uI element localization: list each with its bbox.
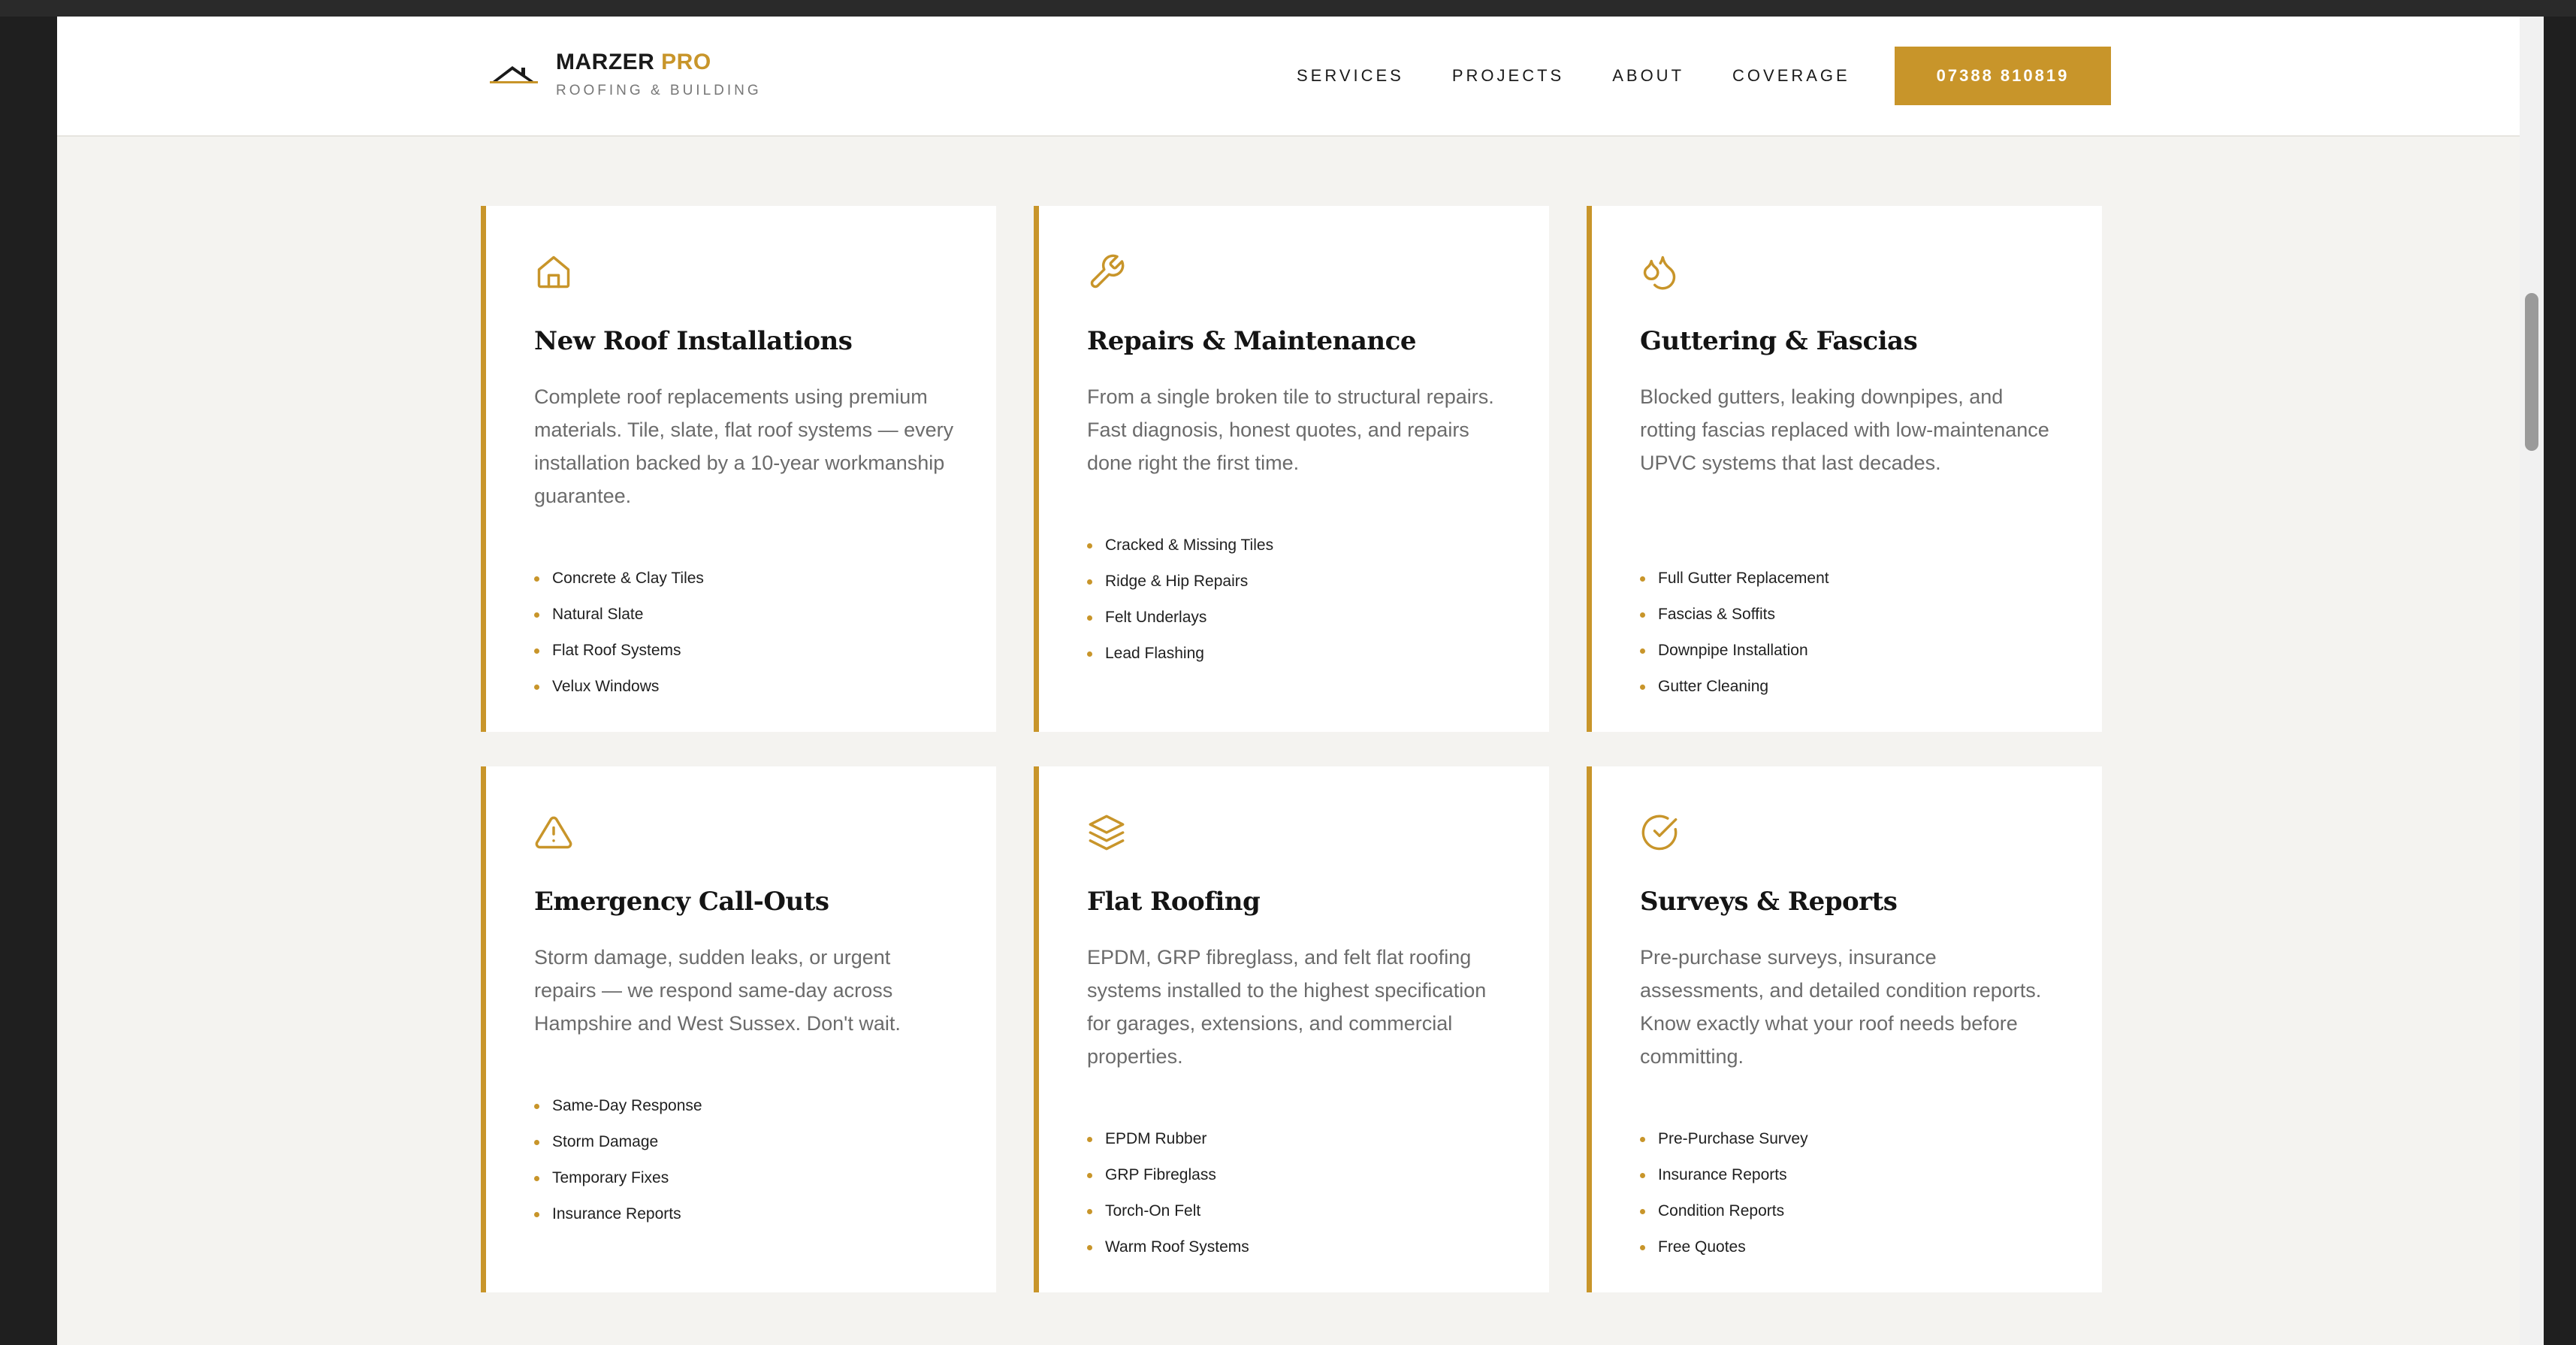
nav-link-coverage[interactable]: COVERAGE: [1732, 66, 1850, 86]
house-icon: [534, 252, 573, 292]
list-item: Ridge & Hip Repairs: [1087, 564, 1273, 600]
list-item: Felt Underlays: [1087, 600, 1273, 636]
service-card-guttering: Guttering & Fascias Blocked gutters, lea…: [1587, 206, 2102, 732]
list-item: Condition Reports: [1640, 1193, 1808, 1229]
list-item: Velux Windows: [534, 669, 704, 705]
service-title: Emergency Call-Outs: [534, 887, 829, 917]
list-item: GRP Fibreglass: [1087, 1157, 1249, 1193]
brand-name-main: MARZER: [556, 50, 655, 74]
logo-roof-icon: [490, 66, 538, 83]
warning-icon: [534, 813, 573, 852]
brand-name: MARZER PRO: [556, 50, 711, 75]
droplets-icon: [1640, 252, 1679, 292]
nav-link-about[interactable]: ABOUT: [1612, 66, 1684, 86]
list-item: Full Gutter Replacement: [1640, 561, 1829, 597]
service-description: From a single broken tile to structural …: [1087, 385, 1494, 474]
list-item: Insurance Reports: [534, 1196, 702, 1232]
list-item: EPDM Rubber: [1087, 1121, 1249, 1157]
page-scrollbar[interactable]: [2520, 17, 2544, 1345]
service-card-new-roof: New Roof Installations Complete roof rep…: [481, 206, 996, 732]
list-item: Insurance Reports: [1640, 1157, 1808, 1193]
list-item: Same-Day Response: [534, 1088, 702, 1124]
list-item: Lead Flashing: [1087, 636, 1273, 672]
nav-link-projects[interactable]: PROJECTS: [1452, 66, 1564, 86]
nav-link-services[interactable]: SERVICES: [1297, 66, 1404, 86]
list-item: Warm Roof Systems: [1087, 1229, 1249, 1265]
list-item: Torch-On Felt: [1087, 1193, 1249, 1229]
list-item: Temporary Fixes: [534, 1160, 702, 1196]
service-feature-list: EPDM Rubber GRP Fibreglass Torch-On Felt…: [1087, 1121, 1249, 1265]
list-item: Downpipe Installation: [1640, 633, 1829, 669]
service-feature-list: Cracked & Missing Tiles Ridge & Hip Repa…: [1087, 527, 1273, 672]
service-card-flat-roofing: Flat Roofing EPDM, GRP fibreglass, and f…: [1034, 766, 1549, 1292]
list-item: Natural Slate: [534, 597, 704, 633]
page-viewport: MARZER PRO ROOFING & BUILDING SERVICES P…: [57, 17, 2520, 1345]
service-title: Guttering & Fascias: [1640, 326, 1918, 356]
service-feature-list: Same-Day Response Storm Damage Temporary…: [534, 1088, 702, 1232]
list-item: Free Quotes: [1640, 1229, 1808, 1265]
wrench-icon: [1087, 252, 1126, 292]
service-feature-list: Pre-Purchase Survey Insurance Reports Co…: [1640, 1121, 1808, 1265]
brand-name-accent: PRO: [661, 50, 711, 74]
site-header: MARZER PRO ROOFING & BUILDING SERVICES P…: [57, 17, 2520, 137]
service-description: EPDM, GRP fibreglass, and felt flat roof…: [1087, 946, 1487, 1068]
service-description: Blocked gutters, leaking downpipes, and …: [1640, 385, 2049, 474]
service-description: Storm damage, sudden leaks, or urgent re…: [534, 946, 901, 1035]
service-title: Repairs & Maintenance: [1087, 326, 1416, 356]
browser-top-bar: [0, 0, 2576, 17]
list-item: Cracked & Missing Tiles: [1087, 527, 1273, 564]
service-description: Pre-purchase surveys, insurance assessme…: [1640, 946, 2042, 1068]
list-item: Pre-Purchase Survey: [1640, 1121, 1808, 1157]
service-card-repairs: Repairs & Maintenance From a single brok…: [1034, 206, 1549, 732]
service-feature-list: Full Gutter Replacement Fascias & Soffit…: [1640, 561, 1829, 705]
list-item: Concrete & Clay Tiles: [534, 561, 704, 597]
list-item: Storm Damage: [534, 1124, 702, 1160]
service-title: Flat Roofing: [1087, 887, 1261, 917]
list-item: Flat Roof Systems: [534, 633, 704, 669]
layers-icon: [1087, 813, 1126, 852]
scrollbar-thumb[interactable]: [2525, 293, 2538, 451]
check-circle-icon: [1640, 813, 1679, 852]
main-nav: SERVICES PROJECTS ABOUT COVERAGE: [1297, 17, 1850, 135]
brand-tagline: ROOFING & BUILDING: [556, 83, 762, 98]
service-description: Complete roof replacements using premium…: [534, 385, 954, 507]
window-left-edge: [0, 17, 57, 1345]
list-item: Gutter Cleaning: [1640, 669, 1829, 705]
service-title: New Roof Installations: [534, 326, 853, 356]
list-item: Fascias & Soffits: [1640, 597, 1829, 633]
phone-call-button[interactable]: 07388 810819: [1895, 47, 2111, 105]
service-feature-list: Concrete & Clay Tiles Natural Slate Flat…: [534, 561, 704, 705]
service-title: Surveys & Reports: [1640, 887, 1898, 917]
service-card-surveys: Surveys & Reports Pre-purchase surveys, …: [1587, 766, 2102, 1292]
service-card-emergency: Emergency Call-Outs Storm damage, sudden…: [481, 766, 996, 1292]
